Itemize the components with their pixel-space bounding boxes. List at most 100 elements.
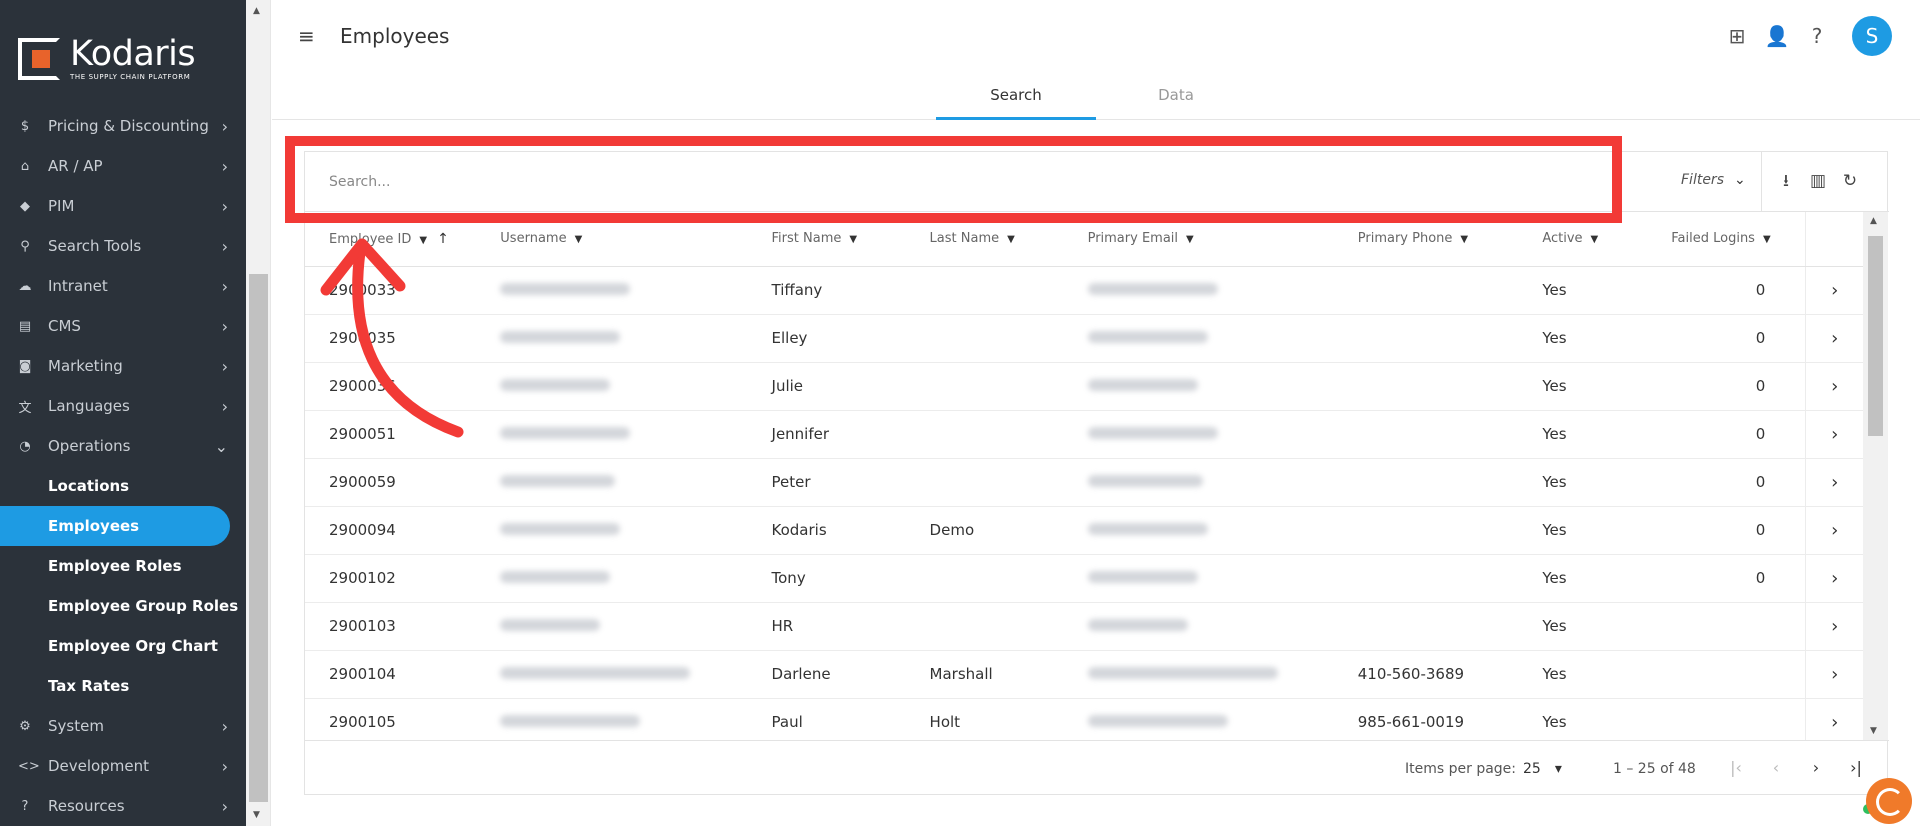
sidebar-item-system[interactable]: ⚙ System › bbox=[0, 706, 246, 746]
kodaris-logo[interactable]: Kodaris THE SUPPLY CHAIN PLATFORM bbox=[18, 34, 196, 81]
cell-failed-logins bbox=[1671, 602, 1806, 651]
scroll-down-arrow-icon[interactable]: ▼ bbox=[1870, 726, 1877, 736]
columns-icon[interactable]: ▥ bbox=[1807, 170, 1829, 192]
sidebar-scrollbar[interactable]: ▲ ▼ bbox=[246, 0, 271, 826]
sidebar-item-search-tools[interactable]: ⚲ Search Tools › bbox=[0, 226, 246, 266]
gear-icon: ⚙ bbox=[19, 718, 31, 734]
row-open-chevron-icon[interactable]: › bbox=[1805, 650, 1863, 699]
scroll-down-arrow-icon[interactable]: ▼ bbox=[253, 810, 260, 820]
table-scrollbar[interactable]: ▲ ▼ bbox=[1863, 212, 1888, 740]
scrollbar-thumb[interactable] bbox=[249, 274, 268, 802]
page-header: ≡ Employees ⊞ 👤 ? S Search Data bbox=[272, 0, 1920, 120]
code-icon: <> bbox=[18, 758, 40, 774]
table-row[interactable]: 2900033 Tiffany Yes 0 › bbox=[305, 266, 1863, 315]
table-row[interactable]: 2900059 Peter Yes 0 › bbox=[305, 458, 1863, 507]
table-row[interactable]: 2900103 HR Yes › bbox=[305, 602, 1863, 651]
table-row[interactable]: 2900035 Elley Yes 0 › bbox=[305, 314, 1863, 363]
row-open-chevron-icon[interactable]: › bbox=[1805, 314, 1863, 363]
tab-search[interactable]: Search bbox=[936, 74, 1096, 120]
row-open-chevron-icon[interactable]: › bbox=[1805, 506, 1863, 555]
row-open-chevron-icon[interactable]: › bbox=[1805, 602, 1863, 651]
add-user-icon[interactable]: 👤 bbox=[1764, 23, 1790, 49]
sidebar-item-operations[interactable]: ◔ Operations ⌄ bbox=[0, 426, 246, 466]
chevron-right-icon: › bbox=[221, 276, 228, 296]
brand-name: Kodaris bbox=[70, 34, 196, 74]
column-header-label: Username bbox=[500, 231, 567, 247]
scroll-up-arrow-icon[interactable]: ▲ bbox=[1870, 216, 1877, 226]
help-icon[interactable]: ? bbox=[1804, 23, 1830, 49]
cell-active: Yes bbox=[1518, 650, 1672, 699]
operations-icon: ◔ bbox=[19, 438, 31, 454]
redacted-value bbox=[1087, 571, 1198, 583]
table-row[interactable]: 2900104 Darlene Marshall 410-560-3689 Yes › bbox=[305, 650, 1863, 699]
sidebar-subitem-tax-rates[interactable]: Tax Rates bbox=[0, 666, 246, 706]
first-page-icon[interactable]: |‹ bbox=[1725, 757, 1747, 779]
cell-first-name: Peter bbox=[747, 458, 906, 507]
cell-failed-logins: 0 bbox=[1671, 266, 1806, 315]
sidebar-item-pricing[interactable]: $ Pricing & Discounting › bbox=[0, 106, 246, 146]
sidebar-subitem-employee-org-chart[interactable]: Employee Org Chart bbox=[0, 626, 246, 666]
search-icon: ⚲ bbox=[20, 238, 30, 254]
sidebar-subitem-employee-group-roles[interactable]: Employee Group Roles bbox=[0, 586, 246, 626]
tab-data[interactable]: Data bbox=[1096, 74, 1256, 120]
sort-dropdown-icon[interactable]: ▼ bbox=[575, 234, 583, 245]
sidebar-item-ar-ap[interactable]: ⌂ AR / AP › bbox=[0, 146, 246, 186]
cell-primary-email bbox=[1063, 314, 1334, 363]
items-per-page-value: 25 bbox=[1523, 761, 1541, 777]
chat-widget-icon[interactable] bbox=[1866, 778, 1912, 824]
cell-primary-email bbox=[1063, 266, 1334, 315]
sidebar-item-marketing[interactable]: ◙ Marketing › bbox=[0, 346, 246, 386]
row-open-chevron-icon[interactable]: › bbox=[1805, 698, 1863, 740]
filters-dropdown[interactable]: Filters ⌄ bbox=[1681, 172, 1746, 188]
sidebar-item-languages[interactable]: 文 Languages › bbox=[0, 386, 246, 426]
cell-last-name bbox=[905, 554, 1064, 603]
column-header-label: Last Name bbox=[929, 231, 1000, 247]
sort-dropdown-icon[interactable]: ▼ bbox=[849, 234, 857, 245]
sort-dropdown-icon[interactable]: ▼ bbox=[1763, 234, 1771, 245]
row-open-chevron-icon[interactable]: › bbox=[1805, 362, 1863, 411]
hamburger-menu-icon[interactable]: ≡ bbox=[298, 26, 318, 46]
sidebar-item-intranet[interactable]: ☁ Intranet › bbox=[0, 266, 246, 306]
sidebar-item-cms[interactable]: ▤ CMS › bbox=[0, 306, 246, 346]
cell-primary-email bbox=[1063, 554, 1334, 603]
download-icon[interactable]: ⭳ bbox=[1775, 170, 1797, 192]
sort-dropdown-icon[interactable]: ▼ bbox=[1007, 234, 1015, 245]
refresh-icon[interactable]: ↻ bbox=[1839, 170, 1861, 192]
avatar[interactable]: S bbox=[1852, 16, 1892, 56]
column-header-failed-logins[interactable]: Failed Logins ▼ bbox=[1671, 212, 1806, 267]
toolbar-divider bbox=[1761, 152, 1762, 212]
cell-failed-logins: 0 bbox=[1671, 458, 1806, 507]
redacted-value bbox=[500, 523, 621, 535]
table-row[interactable]: 2900105 Paul Holt 985-661-0019 Yes › bbox=[305, 698, 1863, 740]
previous-page-icon[interactable]: ‹ bbox=[1765, 757, 1787, 779]
sidebar-subitem-locations[interactable]: Locations bbox=[0, 466, 246, 506]
sidebar-item-development[interactable]: <> Development › bbox=[0, 746, 246, 786]
add-screen-icon[interactable]: ⊞ bbox=[1724, 23, 1750, 49]
row-open-chevron-icon[interactable]: › bbox=[1805, 410, 1863, 459]
sidebar-item-pim[interactable]: ◆ PIM › bbox=[0, 186, 246, 226]
sort-dropdown-icon[interactable]: ▼ bbox=[1460, 234, 1468, 245]
scroll-up-arrow-icon[interactable]: ▲ bbox=[253, 6, 260, 16]
table-row[interactable]: 2900102 Tony Yes 0 › bbox=[305, 554, 1863, 603]
scrollbar-thumb[interactable] bbox=[1868, 236, 1883, 436]
cell-employee-id: 2900094 bbox=[305, 506, 477, 555]
sort-dropdown-icon[interactable]: ▼ bbox=[1591, 234, 1599, 245]
sidebar-subitem-employees[interactable]: Employees bbox=[0, 506, 230, 546]
row-open-chevron-icon[interactable]: › bbox=[1805, 554, 1863, 603]
table-row[interactable]: 2900036 Julie Yes 0 › bbox=[305, 362, 1863, 411]
cell-employee-id: 2900059 bbox=[305, 458, 477, 507]
row-open-chevron-icon[interactable]: › bbox=[1805, 266, 1863, 315]
table-row[interactable]: 2900051 Jennifer Yes 0 › bbox=[305, 410, 1863, 459]
sort-dropdown-icon[interactable]: ▼ bbox=[1186, 234, 1194, 245]
sidebar-item-resources[interactable]: ? Resources › bbox=[0, 786, 246, 826]
row-open-chevron-icon[interactable]: › bbox=[1805, 458, 1863, 507]
redacted-value bbox=[500, 571, 611, 583]
table-row[interactable]: 2900094 Kodaris Demo Yes 0 › bbox=[305, 506, 1863, 555]
cell-active: Yes bbox=[1518, 602, 1672, 651]
cell-failed-logins: 0 bbox=[1671, 362, 1806, 411]
sidebar-subitem-employee-roles[interactable]: Employee Roles bbox=[0, 546, 246, 586]
last-page-icon[interactable]: ›| bbox=[1845, 757, 1867, 779]
items-per-page-select[interactable]: 25 ▾ bbox=[1523, 761, 1562, 777]
sidebar-item-label: Marketing bbox=[48, 357, 123, 375]
next-page-icon[interactable]: › bbox=[1805, 757, 1827, 779]
